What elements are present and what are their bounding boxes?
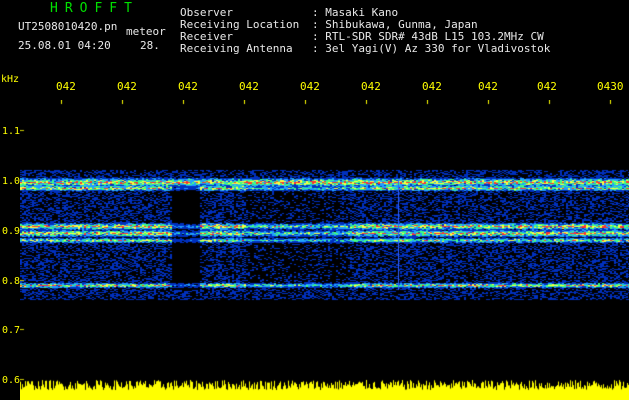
- time-label: 042: [537, 80, 557, 93]
- time-label: 042: [422, 80, 442, 93]
- time-label: 0430: [597, 80, 624, 93]
- freq-label: 0.8: [2, 276, 21, 287]
- freq-label: 0.9: [2, 226, 21, 237]
- app-title: HROFFT: [50, 1, 139, 16]
- antenna-value: : 3el Yagi(V) Az 330 for Vladivostok: [312, 42, 551, 55]
- mode-label: meteor: [126, 25, 166, 38]
- time-label: 042: [56, 80, 76, 93]
- time-label: 042: [239, 80, 259, 93]
- frame-number: 28.: [140, 39, 160, 52]
- file-name: UT2508010420.pn: [18, 20, 118, 33]
- spectrogram-canvas: [20, 100, 629, 400]
- time-label: 042: [117, 80, 137, 93]
- freq-label: 1.1: [2, 126, 21, 137]
- freq-label: 1.0: [2, 176, 21, 187]
- time-label: 042: [300, 80, 320, 93]
- unit-label: kHz: [1, 74, 20, 85]
- freq-label: 0.7: [2, 325, 21, 336]
- freq-label: 0.6: [2, 375, 21, 386]
- datetime: 25.08.01 04:20: [18, 39, 111, 52]
- antenna-key: Receiving Antenna: [180, 42, 293, 55]
- time-label: 042: [478, 80, 498, 93]
- time-label: 042: [361, 80, 381, 93]
- time-label: 042: [178, 80, 198, 93]
